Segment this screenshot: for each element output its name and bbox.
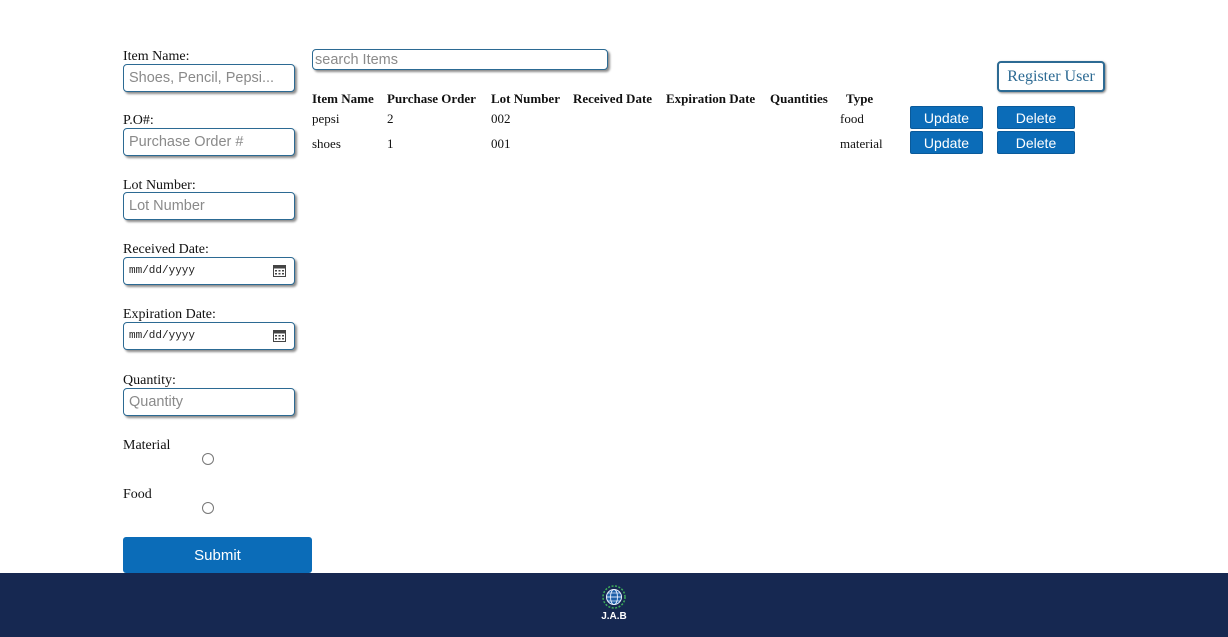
header-purchase-order: Purchase Order xyxy=(387,91,476,106)
cell-type: material xyxy=(840,136,883,151)
cell-purchase-order: 2 xyxy=(387,111,394,126)
header-item-name: Item Name xyxy=(312,91,374,106)
logo[interactable]: J.A.B xyxy=(598,585,630,625)
header-quantities: Quantities xyxy=(770,91,828,106)
submit-button[interactable]: Submit xyxy=(123,537,312,573)
lot-number-input[interactable] xyxy=(123,192,295,220)
item-name-label: Item Name: xyxy=(123,49,190,64)
calendar-icon[interactable] xyxy=(273,329,286,347)
header-lot-number: Lot Number xyxy=(491,91,560,106)
cell-lot-number: 002 xyxy=(491,111,511,126)
item-name-input[interactable] xyxy=(123,64,295,92)
logo-text: J.A.B xyxy=(601,611,627,622)
material-label: Material xyxy=(123,438,171,453)
quantity-label: Quantity: xyxy=(123,373,176,388)
register-user-button[interactable]: Register User xyxy=(997,61,1105,92)
update-button[interactable]: Update xyxy=(910,131,983,154)
cell-type: food xyxy=(840,111,864,126)
material-radio[interactable] xyxy=(202,453,214,465)
po-input[interactable] xyxy=(123,128,295,156)
received-date-input[interactable]: mm/dd/yyyy xyxy=(123,257,295,285)
cell-item-name: shoes xyxy=(312,136,341,151)
expiration-date-value: mm/dd/yyyy xyxy=(129,330,196,342)
food-label: Food xyxy=(123,487,152,502)
po-label: P.O#: xyxy=(123,113,154,128)
expiration-date-input[interactable]: mm/dd/yyyy xyxy=(123,322,295,350)
delete-button[interactable]: Delete xyxy=(997,131,1075,154)
header-type: Type xyxy=(846,91,874,106)
cell-item-name: pepsi xyxy=(312,111,340,126)
delete-button[interactable]: Delete xyxy=(997,106,1075,129)
quantity-input[interactable] xyxy=(123,388,295,416)
cell-purchase-order: 1 xyxy=(387,136,394,151)
received-date-value: mm/dd/yyyy xyxy=(129,265,196,277)
food-radio[interactable] xyxy=(202,502,214,514)
globe-icon xyxy=(602,585,626,609)
header-received-date: Received Date xyxy=(573,91,653,106)
search-input[interactable] xyxy=(312,49,608,70)
received-date-label: Received Date: xyxy=(123,242,209,257)
cell-lot-number: 001 xyxy=(491,136,511,151)
update-button[interactable]: Update xyxy=(910,106,983,129)
header-expiration-date: Expiration Date xyxy=(666,91,756,106)
calendar-icon[interactable] xyxy=(273,264,286,282)
expiration-date-label: Expiration Date: xyxy=(123,307,216,322)
